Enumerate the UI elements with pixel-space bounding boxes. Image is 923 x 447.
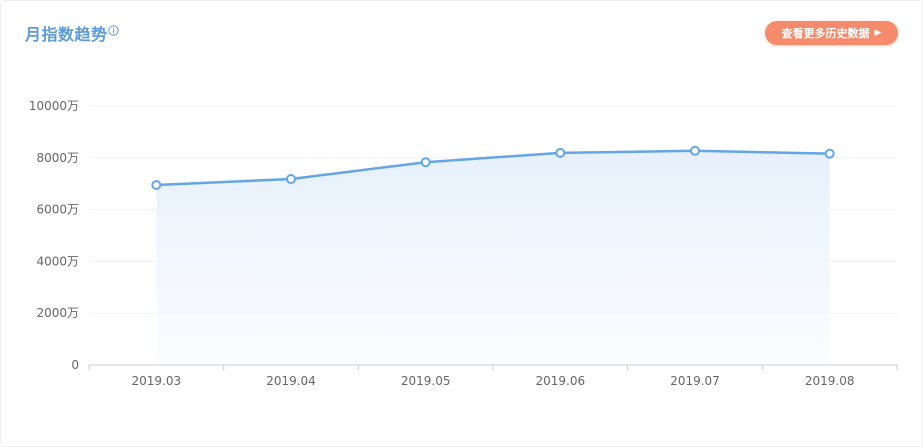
data-point[interactable] [555, 147, 566, 158]
data-point[interactable] [690, 145, 700, 156]
y-tick-label: 8000万 [36, 151, 79, 165]
data-point[interactable] [286, 174, 296, 185]
series-area [156, 150, 830, 365]
x-tick-label: 2019.08 [805, 374, 855, 388]
y-tick-label: 2000万 [36, 306, 79, 320]
x-tick-label: 2019.06 [536, 374, 586, 388]
data-point[interactable] [824, 148, 835, 159]
y-tick-label: 4000万 [36, 254, 79, 268]
x-tick-label: 2019.04 [266, 374, 316, 388]
x-tick-label: 2019.07 [670, 374, 720, 388]
data-point[interactable] [151, 179, 162, 190]
x-tick-label: 2019.05 [401, 374, 451, 388]
data-point[interactable] [420, 157, 431, 168]
y-tick-label: 6000万 [36, 203, 79, 217]
x-tick-label: 2019.03 [132, 374, 182, 388]
y-tick-label: 0 [71, 358, 79, 372]
y-tick-label: 10000万 [29, 99, 79, 113]
trend-chart: 0 2000万 4000万 6000万 8000万 10000万 2019.03 2019.0… [29, 99, 898, 388]
